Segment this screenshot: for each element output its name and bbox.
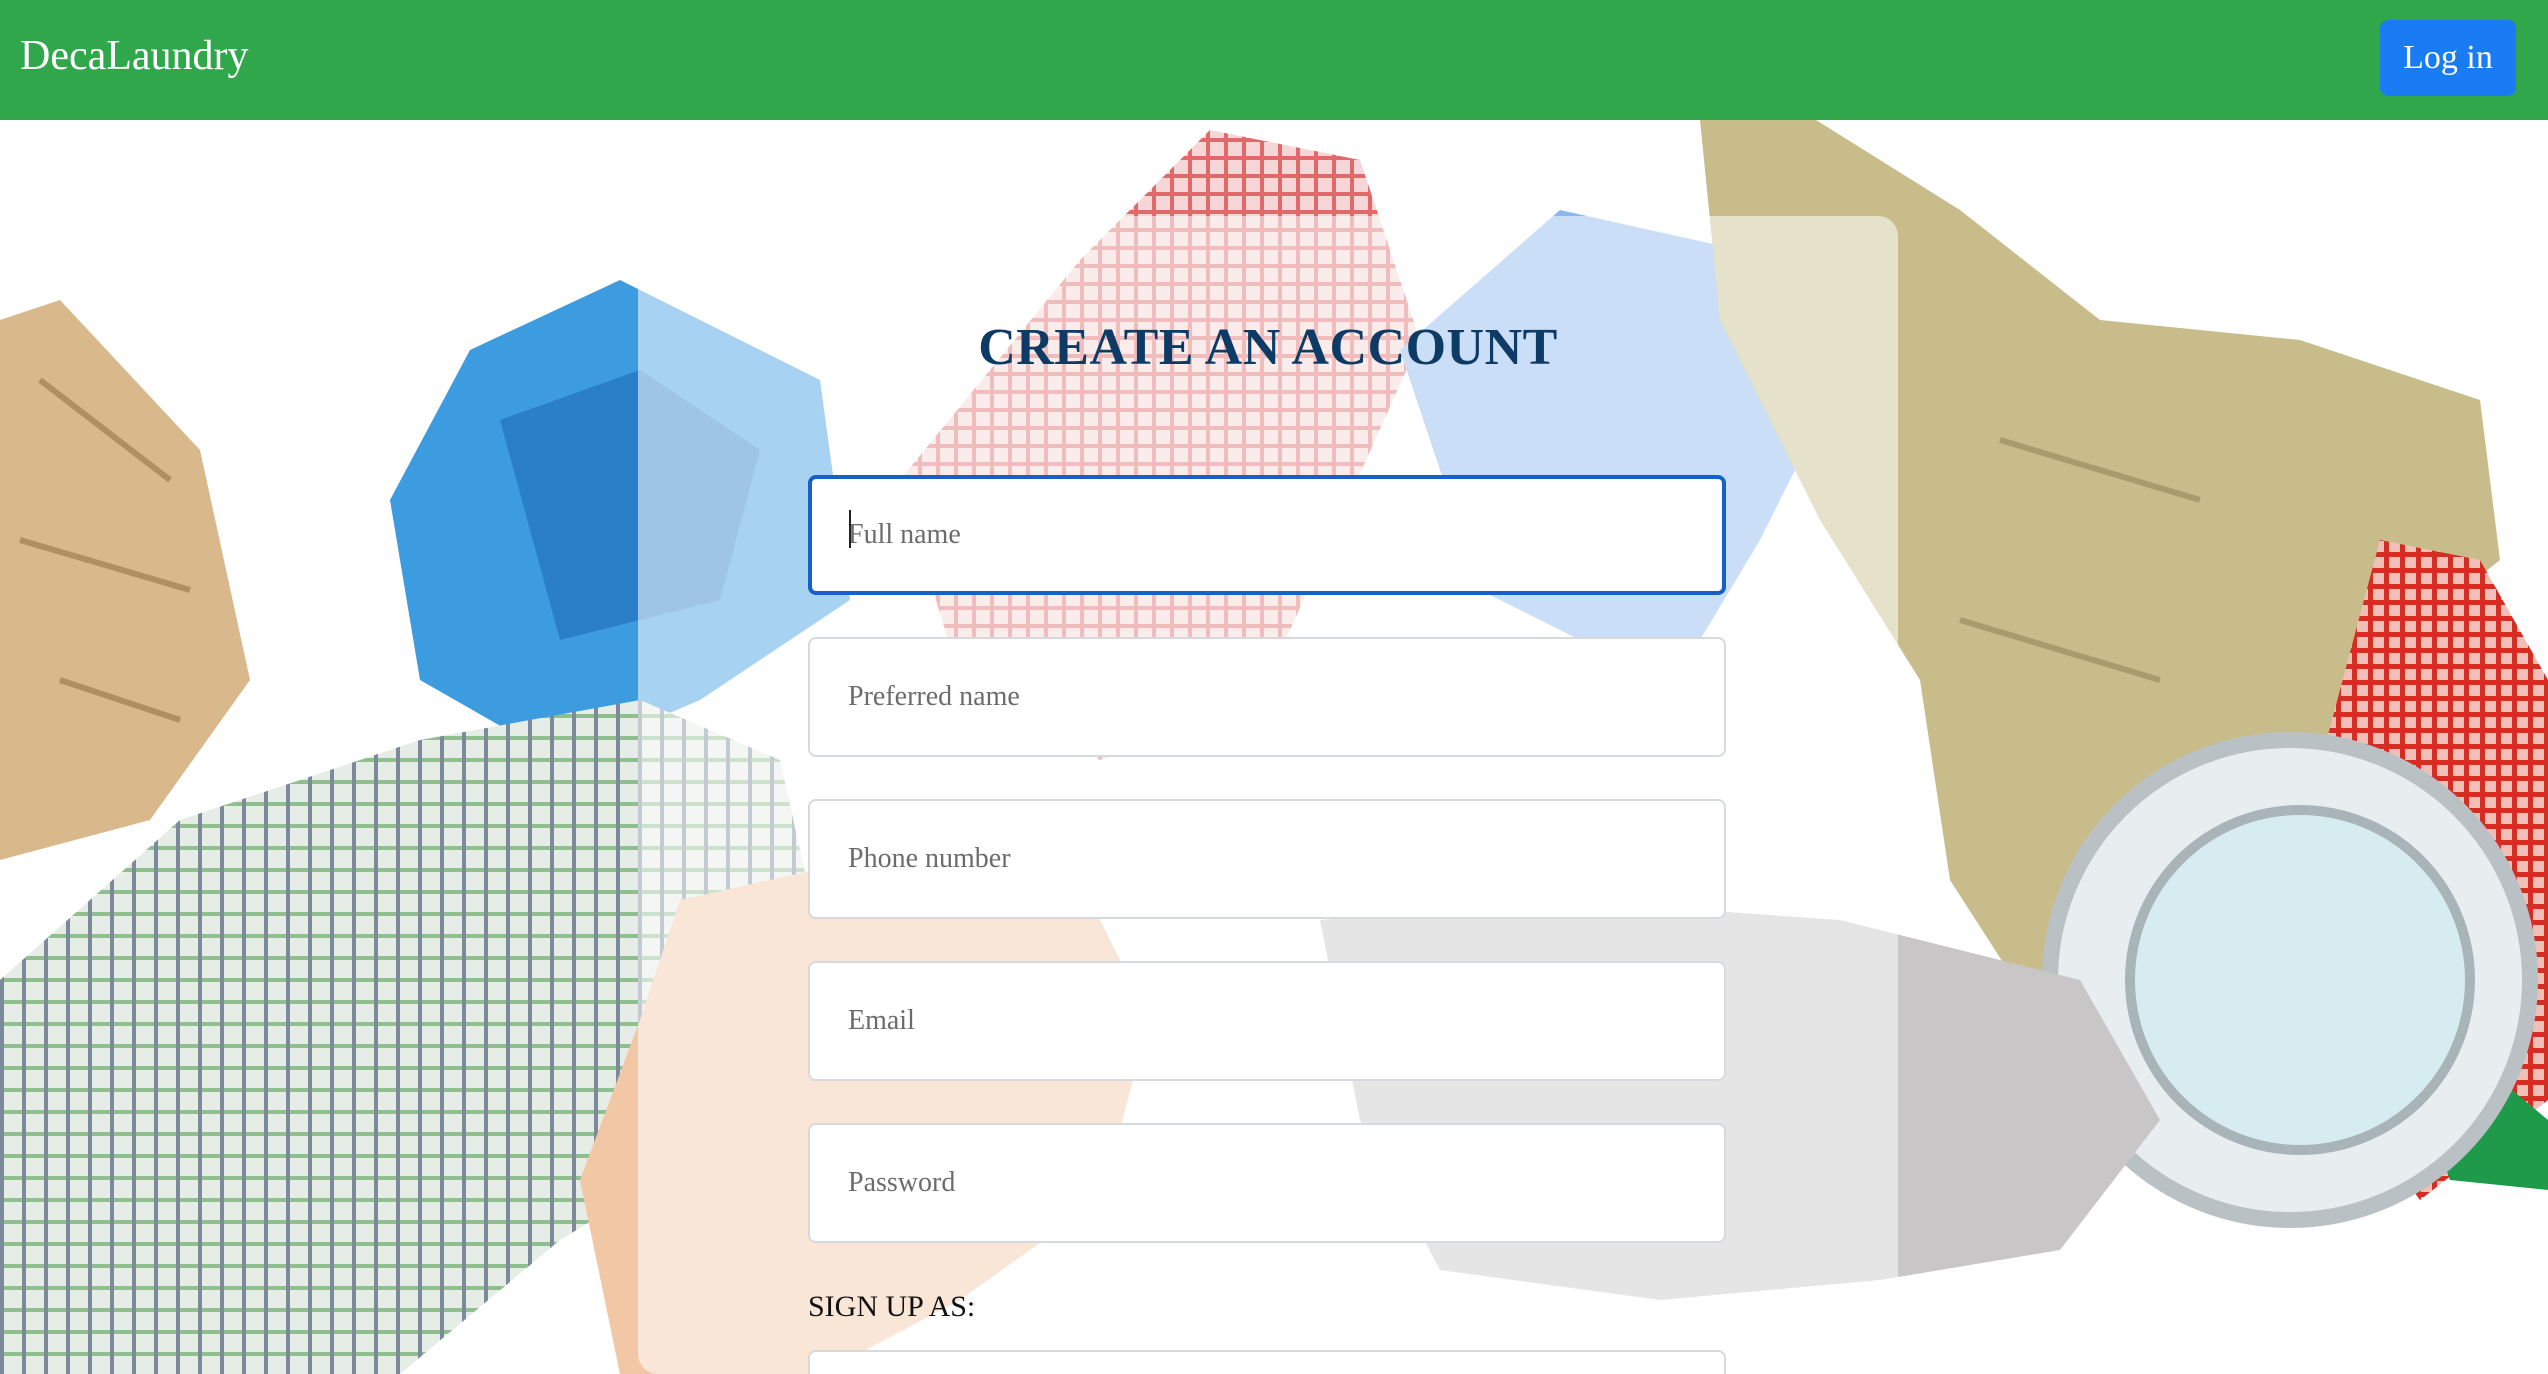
preferred-name-input[interactable]: [808, 637, 1726, 757]
text-caret: [849, 510, 851, 548]
password-input[interactable]: [808, 1123, 1726, 1243]
phone-number-input[interactable]: [808, 799, 1726, 919]
full-name-input[interactable]: [808, 475, 1726, 595]
email-input[interactable]: [808, 961, 1726, 1081]
signup-as-label: SIGN UP AS:: [808, 1290, 976, 1323]
login-button[interactable]: Log in: [2380, 20, 2516, 96]
page-title: CREATE AN ACCOUNT: [978, 319, 1558, 376]
brand-logo[interactable]: DecaLaundry: [20, 30, 249, 82]
navbar: DecaLaundry Log in: [0, 0, 2548, 120]
signup-role-select[interactable]: [808, 1350, 1726, 1374]
